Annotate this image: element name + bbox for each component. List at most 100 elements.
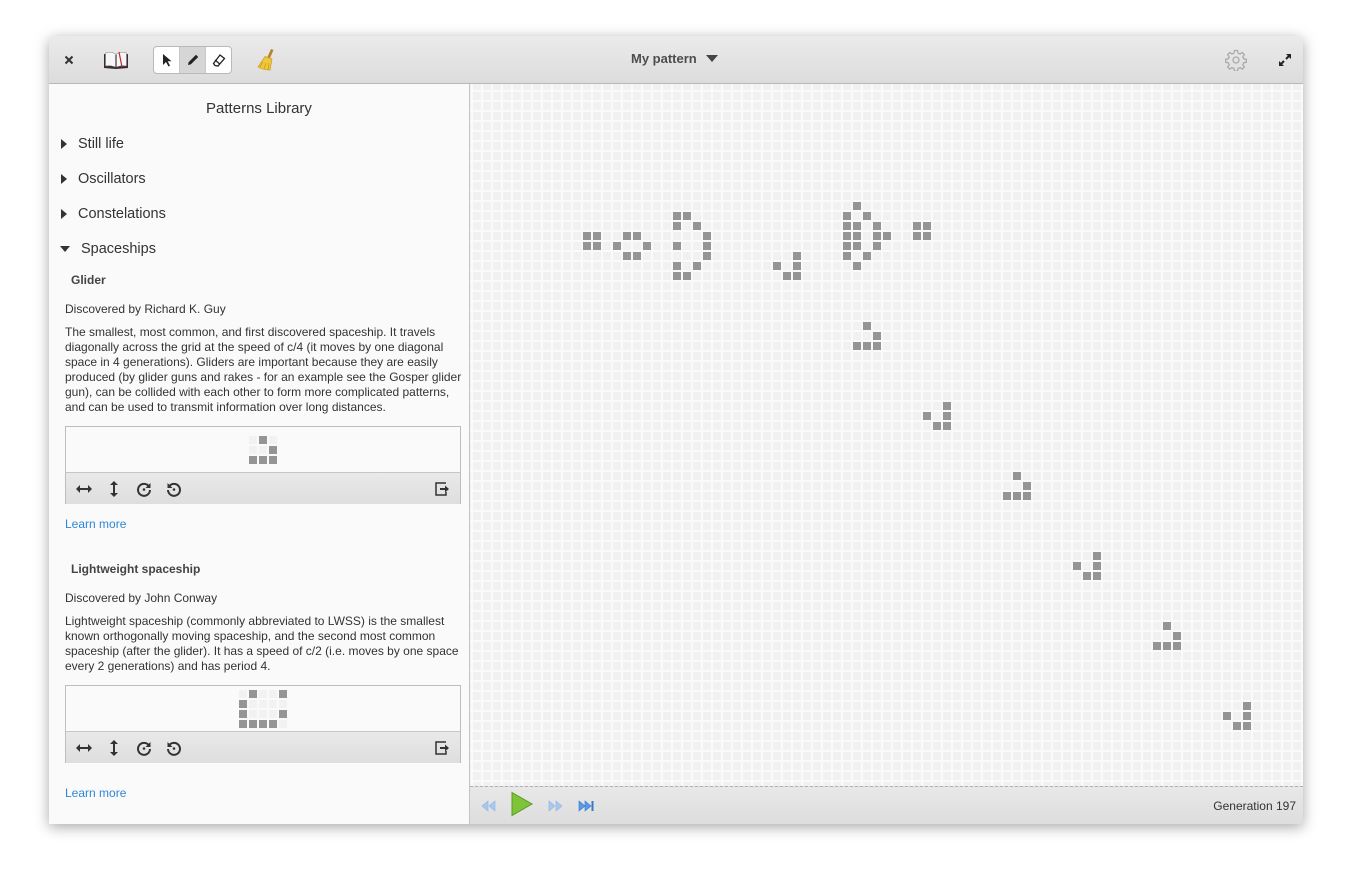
game-board[interactable] — [470, 84, 1303, 786]
category-oscillators[interactable]: Oscillators — [61, 171, 146, 187]
live-cell[interactable] — [853, 262, 861, 270]
live-cell[interactable] — [1023, 492, 1031, 500]
live-cell[interactable] — [1083, 572, 1091, 580]
live-cell[interactable] — [1153, 642, 1161, 650]
live-cell[interactable] — [1093, 552, 1101, 560]
live-cell[interactable] — [1243, 712, 1251, 720]
live-cell[interactable] — [693, 262, 701, 270]
live-cell[interactable] — [673, 262, 681, 270]
live-cell[interactable] — [913, 232, 921, 240]
live-cell[interactable] — [843, 252, 851, 260]
live-cell[interactable] — [683, 212, 691, 220]
live-cell[interactable] — [623, 232, 631, 240]
live-cell[interactable] — [913, 222, 921, 230]
live-cell[interactable] — [793, 272, 801, 280]
live-cell[interactable] — [593, 232, 601, 240]
step-forward-button[interactable] — [548, 795, 564, 817]
rotate-counterclockwise-button[interactable] — [164, 479, 184, 499]
flip-vertical-button[interactable] — [104, 479, 124, 499]
rotate-clockwise-button[interactable] — [134, 738, 154, 758]
live-cell[interactable] — [863, 212, 871, 220]
settings-button[interactable] — [1223, 46, 1249, 74]
live-cell[interactable] — [1163, 642, 1171, 650]
live-cell[interactable] — [1013, 492, 1021, 500]
rotate-counterclockwise-button[interactable] — [164, 738, 184, 758]
live-cell[interactable] — [1233, 722, 1241, 730]
live-cell[interactable] — [873, 232, 881, 240]
live-cell[interactable] — [1173, 642, 1181, 650]
category-still-life[interactable]: Still life — [61, 136, 124, 152]
pattern-preview-canvas[interactable] — [66, 427, 460, 472]
live-cell[interactable] — [1003, 492, 1011, 500]
live-cell[interactable] — [643, 242, 651, 250]
clear-board-button[interactable] — [254, 46, 280, 74]
live-cell[interactable] — [853, 232, 861, 240]
live-cell[interactable] — [1013, 472, 1021, 480]
live-cell[interactable] — [583, 242, 591, 250]
live-cell[interactable] — [943, 422, 951, 430]
live-cell[interactable] — [1243, 722, 1251, 730]
live-cell[interactable] — [933, 422, 941, 430]
live-cell[interactable] — [943, 412, 951, 420]
live-cell[interactable] — [673, 212, 681, 220]
live-cell[interactable] — [843, 232, 851, 240]
live-cell[interactable] — [863, 322, 871, 330]
flip-horizontal-button[interactable] — [74, 738, 94, 758]
live-cell[interactable] — [783, 272, 791, 280]
rewind-button[interactable] — [480, 795, 496, 817]
flip-horizontal-button[interactable] — [74, 479, 94, 499]
insert-pattern-button[interactable] — [432, 479, 452, 499]
live-cell[interactable] — [1163, 622, 1171, 630]
live-cell[interactable] — [1223, 712, 1231, 720]
live-cell[interactable] — [613, 242, 621, 250]
live-cell[interactable] — [593, 242, 601, 250]
skip-to-end-button[interactable] — [578, 795, 595, 817]
insert-pattern-button[interactable] — [432, 738, 452, 758]
live-cell[interactable] — [923, 222, 931, 230]
live-cell[interactable] — [843, 242, 851, 250]
category-constelations[interactable]: Constelations — [61, 206, 166, 222]
draw-tool-button[interactable] — [180, 47, 206, 73]
pattern-preview-canvas[interactable] — [66, 686, 460, 731]
rotate-clockwise-button[interactable] — [134, 479, 154, 499]
live-cell[interactable] — [1093, 572, 1101, 580]
live-cell[interactable] — [693, 222, 701, 230]
select-tool-button[interactable] — [154, 47, 180, 73]
live-cell[interactable] — [1173, 632, 1181, 640]
live-cell[interactable] — [773, 262, 781, 270]
live-cell[interactable] — [703, 242, 711, 250]
live-cell[interactable] — [1023, 482, 1031, 490]
live-cell[interactable] — [623, 252, 631, 260]
live-cell[interactable] — [873, 342, 881, 350]
live-cell[interactable] — [633, 252, 641, 260]
flip-vertical-button[interactable] — [104, 738, 124, 758]
fullscreen-button[interactable] — [1275, 46, 1295, 74]
live-cell[interactable] — [943, 402, 951, 410]
live-cell[interactable] — [843, 222, 851, 230]
live-cell[interactable] — [793, 262, 801, 270]
live-cell[interactable] — [583, 232, 591, 240]
live-cell[interactable] — [863, 342, 871, 350]
live-cell[interactable] — [853, 222, 861, 230]
live-cell[interactable] — [1073, 562, 1081, 570]
category-spaceships[interactable]: Spaceships — [60, 241, 156, 257]
play-button[interactable] — [510, 791, 534, 817]
live-cell[interactable] — [673, 222, 681, 230]
pattern-title-menu[interactable]: My pattern — [631, 51, 718, 66]
live-cell[interactable] — [923, 232, 931, 240]
live-cell[interactable] — [853, 202, 861, 210]
live-cell[interactable] — [703, 252, 711, 260]
live-cell[interactable] — [923, 412, 931, 420]
live-cell[interactable] — [673, 242, 681, 250]
live-cell[interactable] — [673, 272, 681, 280]
live-cell[interactable] — [873, 332, 881, 340]
live-cell[interactable] — [1243, 702, 1251, 710]
learn-more-link[interactable]: Learn more — [65, 517, 126, 531]
live-cell[interactable] — [853, 242, 861, 250]
close-button[interactable] — [59, 46, 79, 74]
live-cell[interactable] — [853, 342, 861, 350]
live-cell[interactable] — [873, 222, 881, 230]
live-cell[interactable] — [1093, 562, 1101, 570]
live-cell[interactable] — [683, 272, 691, 280]
live-cell[interactable] — [873, 242, 881, 250]
